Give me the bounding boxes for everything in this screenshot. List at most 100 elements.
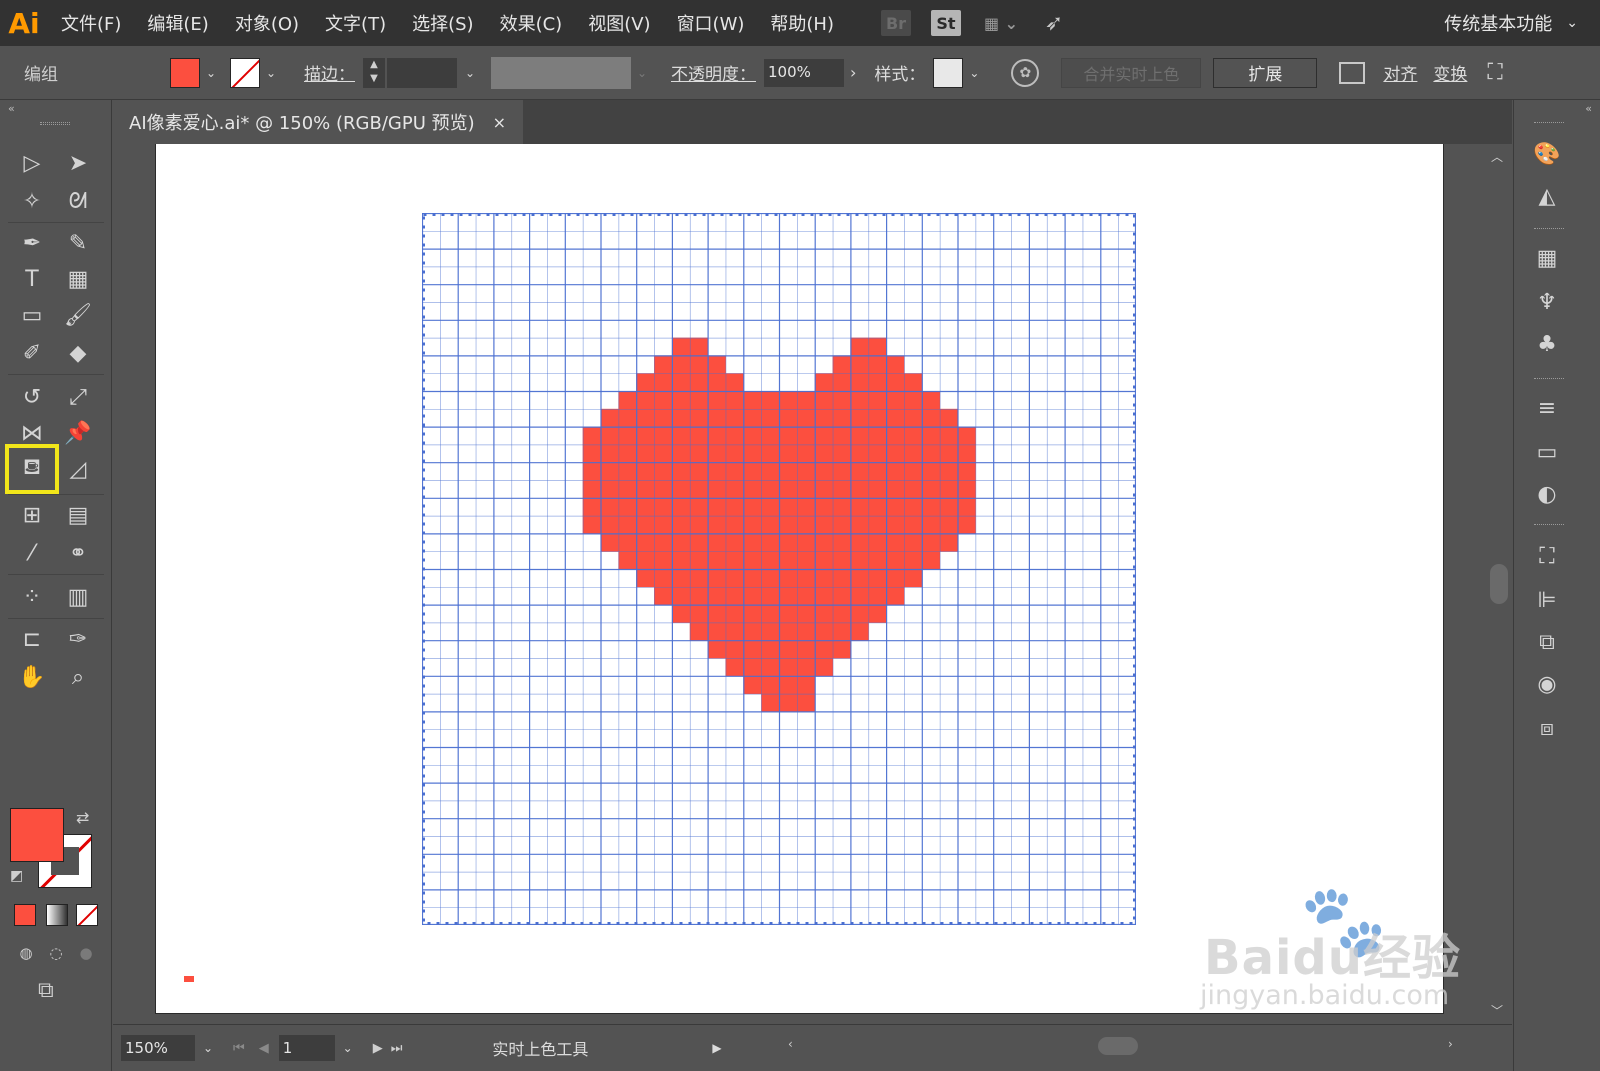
selection-tool-icon[interactable]: ▷ — [10, 146, 54, 180]
scroll-down-icon[interactable]: ﹀ — [1491, 1002, 1503, 1019]
stroke-color-swatch[interactable] — [230, 57, 260, 88]
stroke-stepper[interactable]: ▲ ▼ — [363, 57, 385, 88]
last-artboard-icon[interactable]: ⏭ — [391, 1041, 403, 1056]
brush-definition-preview[interactable] — [491, 56, 631, 89]
eyedropper-tool-icon[interactable]: ⁄ — [10, 536, 54, 570]
vertical-scroll-thumb[interactable] — [1490, 564, 1508, 604]
transform-panel-icon[interactable]: ⛶ — [1530, 540, 1564, 572]
live-paint-bucket-tool-icon[interactable]: ⛾ — [5, 444, 59, 494]
artboard-tool-icon[interactable]: ⊏ — [10, 622, 54, 656]
default-colors-icon[interactable]: ◩ — [10, 868, 23, 884]
menu-edit[interactable]: 编辑(E) — [134, 0, 221, 46]
opacity-field[interactable]: 100% — [764, 58, 844, 87]
previous-artboard-icon[interactable]: ◀ — [259, 1041, 269, 1056]
document-tab[interactable]: AI像素爱心.ai* @ 150% (RGB/GPU 预览) × — [113, 100, 523, 144]
color-mode-button[interactable] — [14, 904, 36, 926]
scale-tool-icon[interactable]: ⤢ — [56, 380, 100, 414]
expand-button[interactable]: 扩展 — [1213, 57, 1318, 88]
stroke-panel-icon[interactable]: ≡ — [1530, 392, 1564, 424]
menu-object[interactable]: 对象(O) — [222, 0, 312, 46]
gradient-mode-button[interactable] — [46, 904, 68, 926]
zoom-dropdown-icon[interactable]: ⌄ — [197, 1041, 219, 1055]
swap-fill-stroke-icon[interactable]: ⇄ — [76, 808, 89, 827]
paintbrush-tool-icon[interactable]: 🖌 — [56, 298, 100, 332]
scroll-right-icon[interactable]: › — [1448, 1037, 1453, 1051]
column-graph-tool-icon[interactable]: ▥ — [56, 580, 100, 614]
perspective-grid-tool-icon[interactable]: ◿ — [56, 452, 100, 486]
first-artboard-icon[interactable]: ⏮ — [233, 1041, 245, 1056]
align-panel-icon[interactable]: ⊫ — [1530, 584, 1564, 616]
menu-select[interactable]: 选择(S) — [399, 0, 486, 46]
transparency-panel-icon[interactable]: ◐ — [1530, 478, 1564, 510]
workspace-switcher[interactable]: 传统基本功能 ⌄ — [1444, 0, 1578, 46]
draw-inside-icon[interactable]: ● — [74, 942, 98, 964]
blend-tool-icon[interactable]: ⚭ — [56, 536, 100, 570]
expand-panels-icon[interactable]: « — [1585, 102, 1592, 115]
opacity-arrow-icon[interactable]: › — [850, 63, 856, 82]
align-link[interactable]: 对齐 — [1383, 60, 1417, 85]
style-dropdown-icon[interactable]: ⌄ — [963, 66, 985, 80]
direct-selection-tool-icon[interactable]: ➤ — [56, 146, 100, 180]
symbol-sprayer-tool-icon[interactable]: ⁘ — [10, 580, 54, 614]
gradient-tool-icon[interactable]: ▤ — [56, 498, 100, 532]
lasso-tool-icon[interactable]: ᘛ — [56, 184, 100, 218]
brush-dropdown-icon[interactable]: ⌄ — [631, 66, 653, 80]
artboard-number-field[interactable]: 1 — [278, 1035, 335, 1061]
eraser-tool-icon[interactable]: ◆ — [56, 336, 100, 370]
appearance-panel-icon[interactable]: ◉ — [1530, 668, 1564, 700]
opacity-label[interactable]: 不透明度： — [671, 60, 756, 85]
pathfinder-panel-icon[interactable]: ⧉ — [1530, 626, 1564, 658]
live-paint-pixel-grid[interactable] — [422, 213, 1136, 925]
scroll-up-icon[interactable]: ︿ — [1491, 148, 1503, 165]
curvature-tool-icon[interactable]: ✎ — [56, 226, 100, 260]
rotate-tool-icon[interactable]: ↺ — [10, 380, 54, 414]
live-paint-options-icon[interactable] — [1339, 61, 1366, 84]
line-segment-tool-icon[interactable]: ▦ — [56, 262, 100, 296]
stroke-dropdown-icon[interactable]: ⌄ — [260, 66, 282, 80]
screen-mode-icon[interactable]: ⧉ — [38, 978, 54, 1003]
next-artboard-icon[interactable]: ▶ — [373, 1041, 383, 1056]
close-icon[interactable]: × — [493, 113, 506, 132]
gradient-panel-icon[interactable]: ▭ — [1530, 436, 1564, 468]
menu-effect[interactable]: 效果(C) — [487, 0, 576, 46]
stock-button[interactable]: St — [931, 10, 961, 36]
menu-type[interactable]: 文字(T) — [312, 0, 399, 46]
rectangle-tool-icon[interactable]: ▭ — [10, 298, 54, 332]
draw-behind-icon[interactable]: ◌ — [44, 942, 68, 964]
toolbar-grip[interactable] — [40, 122, 70, 125]
type-tool-icon[interactable]: T — [10, 262, 54, 296]
hand-tool-icon[interactable]: ✋ — [10, 660, 54, 694]
fill-color-indicator[interactable] — [10, 808, 64, 862]
color-guide-panel-icon[interactable]: ◭ — [1530, 180, 1564, 212]
heart-pixel-run[interactable] — [761, 693, 816, 712]
mesh-tool-icon[interactable]: ⊞ — [10, 498, 54, 532]
menu-file[interactable]: 文件(F) — [48, 0, 134, 46]
asset-export-panel-icon[interactable]: ⧈ — [1530, 712, 1564, 744]
fill-color-swatch[interactable] — [170, 57, 200, 88]
menu-window[interactable]: 窗口(W) — [664, 0, 758, 46]
transform-link[interactable]: 变换 — [1433, 60, 1467, 85]
zoom-tool-icon[interactable]: ⌕ — [56, 660, 100, 694]
stroke-label[interactable]: 描边： — [304, 60, 355, 85]
shaper-tool-icon[interactable]: ✐ — [10, 336, 54, 370]
none-mode-button[interactable] — [76, 904, 98, 926]
brushes-panel-icon[interactable]: ♆ — [1530, 286, 1564, 318]
merge-live-paint-button[interactable]: 合并实时上色 — [1061, 57, 1202, 88]
vertical-scrollbar[interactable]: ︿ ﹀ — [1485, 144, 1513, 1024]
symbols-panel-icon[interactable]: ♣ — [1530, 328, 1564, 360]
menu-view[interactable]: 视图(V) — [575, 0, 663, 46]
status-menu-arrow-icon[interactable]: ▶ — [712, 1041, 721, 1055]
isolate-group-icon[interactable]: ⛶ — [1487, 60, 1502, 85]
scroll-left-icon[interactable]: ‹ — [788, 1037, 793, 1051]
bridge-button[interactable]: Br — [881, 10, 911, 36]
stroke-weight-dropdown-icon[interactable]: ⌄ — [459, 66, 481, 80]
color-panel-icon[interactable]: 🎨 — [1530, 138, 1564, 170]
pen-tool-icon[interactable]: ✒ — [10, 226, 54, 260]
graphic-style-swatch[interactable] — [933, 57, 964, 88]
artboard-dropdown-icon[interactable]: ⌄ — [337, 1041, 359, 1055]
swatches-panel-icon[interactable]: ▦ — [1530, 242, 1564, 274]
horizontal-scrollbar[interactable]: ‹ › — [788, 1033, 1468, 1061]
recolor-artwork-icon[interactable]: ✿ — [1011, 58, 1040, 87]
fill-dropdown-icon[interactable]: ⌄ — [200, 66, 222, 80]
slice-tool-icon[interactable]: ✑ — [56, 622, 100, 656]
